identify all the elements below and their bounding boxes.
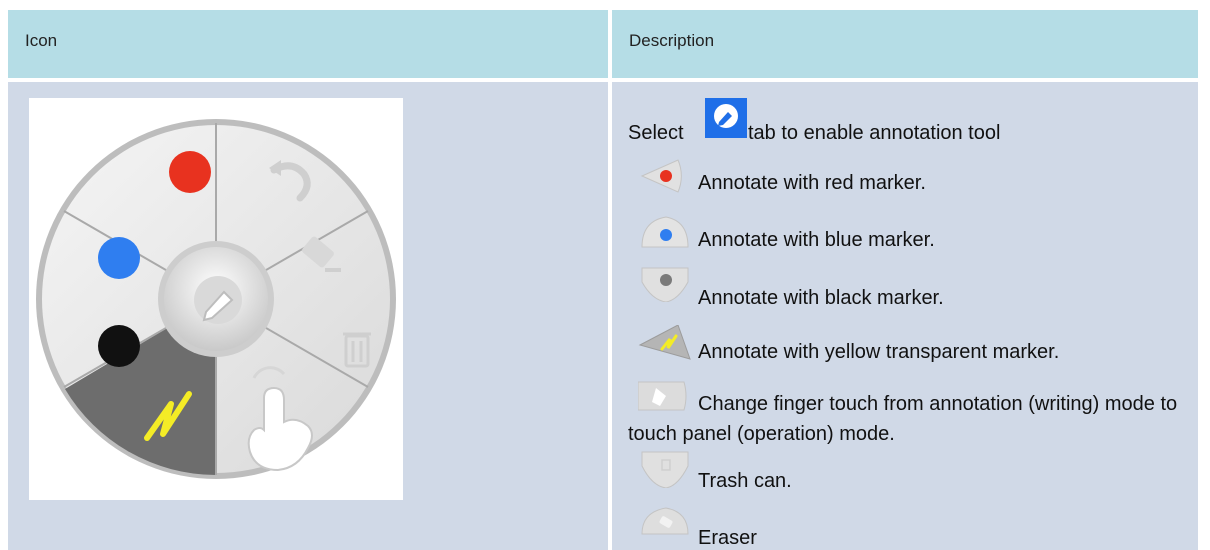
header-description-label: Description xyxy=(629,31,715,50)
select-prefix-text: Select xyxy=(628,122,684,144)
annotation-wheel xyxy=(36,119,396,479)
blue-marker-icon xyxy=(641,216,689,248)
header-icon-cell: Icon xyxy=(8,10,608,78)
blue-marker-description: Annotate with blue marker. xyxy=(698,229,935,251)
red-marker-icon xyxy=(640,159,682,193)
yellow-marker-icon xyxy=(638,325,691,360)
yellow-marker-description: Annotate with yellow transparent marker. xyxy=(698,341,1060,363)
description-row-black: Annotate with black marker. xyxy=(612,264,1198,309)
trash-icon xyxy=(641,451,689,488)
eraser-icon xyxy=(641,507,689,535)
touch-mode-description: Change finger touch from annotation (wri… xyxy=(628,393,1178,445)
annotation-wheel-image xyxy=(29,98,403,500)
annotation-tab-icon[interactable] xyxy=(705,98,747,138)
description-row-trash: Trash can. xyxy=(612,450,1198,492)
description-cell: Select tab to enable annotation tool Ann… xyxy=(612,82,1198,550)
black-marker-icon xyxy=(641,267,689,302)
header-icon-label: Icon xyxy=(25,31,58,50)
description-row-touch: Change finger touch from annotation (wri… xyxy=(612,378,1198,448)
description-row-blue: Annotate with blue marker. xyxy=(612,215,1198,255)
select-suffix-text: tab to enable annotation tool xyxy=(748,122,1001,144)
red-marker-icon[interactable] xyxy=(169,151,211,193)
red-marker-description: Annotate with red marker. xyxy=(698,172,926,194)
black-marker-icon[interactable] xyxy=(98,325,140,367)
trash-description: Trash can. xyxy=(698,470,792,492)
description-row-eraser: Eraser xyxy=(612,506,1198,549)
blue-marker-icon[interactable] xyxy=(98,237,140,279)
annotation-tool-table: Icon Description Select tab to enable an… xyxy=(8,10,1198,550)
icon-cell xyxy=(8,82,608,550)
description-row-red: Annotate with red marker. xyxy=(612,158,1198,198)
description-row-yellow: Annotate with yellow transparent marker. xyxy=(612,325,1198,365)
pen-icon[interactable] xyxy=(194,276,242,324)
eraser-description: Eraser xyxy=(698,527,757,549)
black-marker-description: Annotate with black marker. xyxy=(698,287,944,309)
header-description-cell: Description xyxy=(612,10,1198,78)
description-row-select: Select tab to enable annotation tool xyxy=(612,98,1198,144)
